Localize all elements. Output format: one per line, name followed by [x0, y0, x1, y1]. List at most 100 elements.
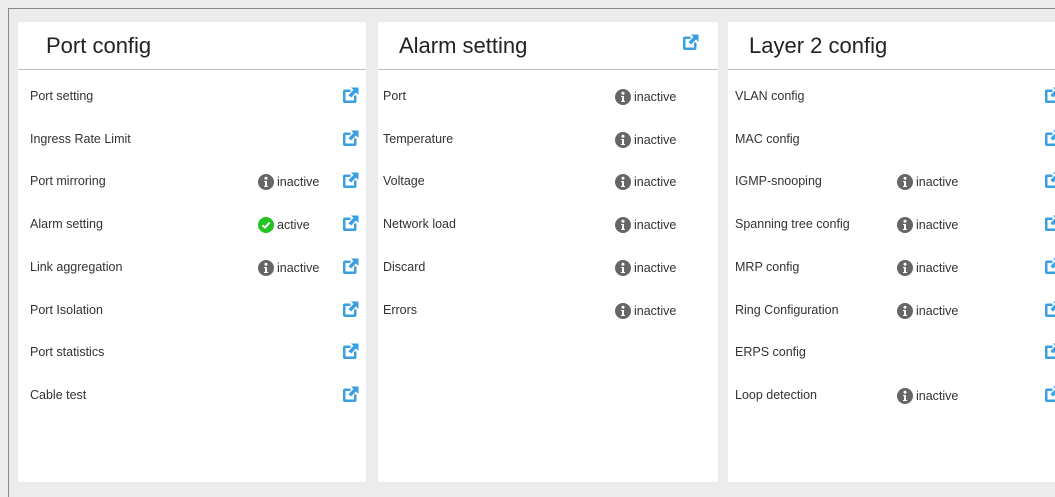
- status-text: inactive: [634, 260, 677, 275]
- info-circle-icon: [615, 259, 631, 276]
- info-circle-icon: [615, 174, 631, 191]
- app-frame: Port config Port setting Ingress Rate Lim…: [8, 8, 1055, 497]
- row-label: Errors: [383, 302, 418, 317]
- row-ingress-rate-limit: Ingress Rate Limit: [18, 125, 366, 155]
- status-badge: inactive: [615, 259, 677, 276]
- status-badge: inactive: [615, 174, 676, 191]
- status-text: inactive: [916, 175, 959, 190]
- row-label: Spanning tree config: [735, 217, 850, 232]
- row-label: Temperature: [383, 131, 454, 146]
- row-port: Port inactive: [378, 82, 718, 112]
- status-badge: inactive: [615, 217, 677, 234]
- row-discard: Discard inactive: [378, 253, 718, 283]
- row-label: Loop detection: [735, 387, 818, 402]
- open-vlan-config-button[interactable]: [1042, 86, 1055, 106]
- status-text: inactive: [277, 175, 320, 190]
- row-erps-config: ERPS config: [728, 338, 1055, 368]
- info-circle-icon: [258, 174, 274, 191]
- row-label: MRP config: [735, 259, 800, 274]
- external-link-icon: [340, 171, 360, 191]
- panel-header: Layer 2 config: [728, 22, 1055, 70]
- info-circle-icon: [897, 259, 913, 276]
- open-spanning-tree-config-button[interactable]: [1042, 214, 1055, 234]
- open-mac-config-button[interactable]: [1042, 129, 1055, 149]
- row-ring-configuration: Ring Configuration inactive: [728, 296, 1055, 326]
- row-label: ERPS config: [735, 345, 806, 360]
- row-label: Alarm setting: [30, 217, 103, 232]
- row-temperature: Temperature inactive: [378, 125, 718, 155]
- row-mac-config: MAC config: [728, 125, 1055, 155]
- status-text: inactive: [634, 90, 677, 104]
- row-label: Link aggregation: [30, 259, 123, 274]
- row-label: Network load: [383, 217, 456, 232]
- row-network-load: Network load inactive: [378, 210, 718, 240]
- open-ingress-rate-limit-button[interactable]: [340, 129, 360, 149]
- external-link-icon: [1042, 214, 1055, 234]
- port-config-panel: Port config Port setting Ingress Rate Lim…: [18, 22, 366, 482]
- row-label: Discard: [383, 259, 426, 274]
- row-errors: Errors inactive: [378, 296, 718, 326]
- status-badge: inactive: [615, 302, 677, 319]
- external-link-icon: [340, 129, 360, 149]
- status-badge: inactive: [258, 259, 319, 276]
- row-igmp-snooping: IGMP-snooping inactive: [728, 167, 1055, 197]
- open-alarm-setting-button[interactable]: [340, 214, 360, 234]
- external-link-icon: [340, 385, 360, 405]
- row-label: Voltage: [383, 174, 425, 189]
- open-ring-configuration-button[interactable]: [1042, 300, 1055, 320]
- status-text: inactive: [916, 218, 959, 233]
- open-igmp-snooping-button[interactable]: [1042, 171, 1055, 191]
- alarm-setting-open-button[interactable]: [680, 33, 700, 53]
- status-text: inactive: [916, 260, 959, 275]
- row-port-isolation: Port Isolation: [18, 296, 366, 326]
- row-cable-test: Cable test: [18, 381, 366, 411]
- external-link-icon: [1042, 171, 1055, 191]
- row-port-mirroring: Port mirroring inactive: [18, 167, 366, 197]
- external-link-icon: [1042, 86, 1055, 106]
- external-link-icon: [340, 300, 360, 320]
- open-erps-config-button[interactable]: [1042, 342, 1055, 362]
- row-label: IGMP-snooping: [735, 174, 822, 189]
- row-label: VLAN config: [735, 89, 805, 103]
- port-config-title: Port config: [46, 33, 152, 58]
- panel-header: Alarm setting: [378, 22, 718, 70]
- row-label: Port Isolation: [30, 302, 103, 317]
- info-circle-icon: [615, 217, 631, 234]
- open-port-mirroring-button[interactable]: [340, 171, 360, 191]
- row-label: Port setting: [30, 89, 94, 103]
- status-text: inactive: [916, 303, 959, 318]
- info-circle-icon: [897, 174, 913, 191]
- status-badge: inactive: [615, 131, 676, 148]
- row-label: Ingress Rate Limit: [30, 131, 131, 146]
- status-badge: inactive: [258, 174, 320, 191]
- info-circle-icon: [615, 131, 631, 148]
- status-badge: inactive: [897, 387, 958, 404]
- row-label: Port mirroring: [30, 174, 106, 189]
- external-link-icon: [340, 257, 360, 277]
- row-label: Ring Configuration: [735, 302, 839, 317]
- open-port-isolation-button[interactable]: [340, 300, 360, 320]
- open-link-aggregation-button[interactable]: [340, 257, 360, 277]
- info-circle-icon: [897, 302, 913, 319]
- open-loop-detection-button[interactable]: [1042, 385, 1055, 405]
- status-badge: inactive: [897, 259, 959, 276]
- status-text: inactive: [634, 303, 677, 318]
- info-circle-icon: [615, 302, 631, 319]
- external-link-icon: [1042, 342, 1055, 362]
- open-cable-test-button[interactable]: [340, 385, 360, 405]
- open-port-statistics-button[interactable]: [340, 342, 360, 362]
- row-label: MAC config: [735, 131, 800, 146]
- info-circle-icon: [258, 259, 274, 276]
- external-link-icon: [1042, 300, 1055, 320]
- row-alarm-setting: Alarm setting active: [18, 210, 366, 240]
- external-link-icon: [1042, 385, 1055, 405]
- external-link-icon: [340, 86, 360, 106]
- external-link-icon: [680, 33, 700, 53]
- row-vlan-config: VLAN config: [728, 82, 1055, 112]
- row-label: Port: [383, 89, 406, 103]
- status-text: inactive: [634, 218, 677, 233]
- open-mrp-config-button[interactable]: [1042, 257, 1055, 277]
- open-port-setting-button[interactable]: [340, 86, 360, 106]
- info-circle-icon: [897, 387, 913, 404]
- row-mrp-config: MRP config inactive: [728, 253, 1055, 283]
